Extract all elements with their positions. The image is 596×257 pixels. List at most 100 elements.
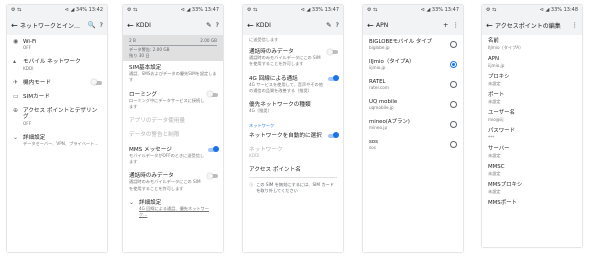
apn-field-apn[interactable]: APN iijmio.jp [482, 53, 582, 71]
item-subtitle: KDDI [23, 65, 34, 71]
data-usage-panel: 2 B 2.00 GB データ警告: 2.00 GB 残り 30 日 [123, 35, 223, 61]
add-icon[interactable]: + [443, 21, 448, 29]
item-subtitle: 通話時のみモバイルデータにこの SIM を使用することを許可します [249, 55, 321, 67]
settings-item-sim-preferences[interactable]: SIM基本設定 通話、SMSおよびデータの優先SIMを設定します [123, 61, 223, 88]
settings-item-data-warning-limit[interactable]: データの警告と制限 [123, 128, 223, 142]
apn-radio[interactable] [450, 141, 457, 148]
help-icon[interactable]: ? [216, 21, 219, 29]
app-bar: ← KDDI ✎ ? [123, 15, 223, 35]
back-arrow-icon[interactable]: ← [486, 21, 495, 30]
item-title: 機内モード [23, 79, 51, 86]
settings-item-wifi[interactable]: ◉ Wi-Fi OFF [7, 35, 107, 55]
settings-item-hotspot-tethering[interactable]: ⊕ アクセス ポイントとテザリング OFF [7, 104, 107, 131]
settings-item-roaming[interactable]: ローミング ローミング中にデータサービスに接続します [123, 88, 223, 115]
settings-item-4g-calling[interactable]: 4G 回線による通話 4G サービスを使用して、音声やその他の通信の品質を改善す… [243, 72, 343, 99]
status-left-icons: ⚙ ⇆ [367, 7, 378, 13]
section-header-network: ネットワーク [249, 122, 275, 128]
search-icon[interactable]: 🔍 [87, 21, 95, 29]
back-arrow-icon[interactable]: ← [11, 21, 20, 30]
screen-kddi-network: ⚙ ⇆ ⊲ ◢ 33% 13:47 ← KDDI ✎ ? 2 B 2.00 GB… [123, 5, 223, 252]
settings-item-data-during-calls[interactable]: 通話時のみデータ 通話時のみモバイルデータにこの SIM を使用することを許可し… [123, 169, 223, 196]
app-bar: ← アクセスポイントの編集 ⋮ [482, 15, 582, 35]
apn-item[interactable]: BIGLOBEモバイル タイプ biglobe.jp [363, 35, 463, 55]
apn-radio[interactable] [450, 61, 457, 68]
apn-item[interactable]: IIJmio（タイプA） iijmio.jp [363, 55, 463, 75]
settings-item-network[interactable]: ネットワーク KDDI [243, 143, 343, 163]
airplane-icon: ✈ [13, 78, 19, 86]
edit-icon[interactable]: ✎ [206, 21, 211, 29]
settings-item-access-point-names[interactable]: アクセス ポイント名 [243, 163, 343, 177]
status-bar: ⚙ ⇆ ⊲ ◢ 33% 13:47 [363, 5, 463, 15]
auto-select-network-toggle[interactable] [328, 132, 339, 139]
field-value: 未設定 [488, 188, 501, 194]
settings-item-advanced[interactable]: ⌄ 詳細設定 データセーバー、VPN、プライベート… [7, 131, 107, 151]
settings-item-preferred-network-type[interactable]: 優先ネットワークの種類 4G（推奨） [243, 98, 343, 118]
apn-field-mms-proxy[interactable]: MMSプロキシ 未設定 [482, 179, 582, 197]
settings-item-mms[interactable]: MMS メッセージ モバイルデータがOFFのときに送受信します [123, 143, 223, 170]
data-usage-bar [129, 44, 217, 46]
apn-radio[interactable] [450, 81, 457, 88]
settings-item-airplane-mode[interactable]: ✈ 機内モード [7, 76, 107, 90]
apn-item[interactable]: RATEL ratel.com [363, 75, 463, 95]
field-value: 未設定 [488, 152, 501, 158]
apn-field-mms-port[interactable]: MMSポート [482, 197, 582, 210]
field-value: 未設定 [488, 98, 501, 104]
edit-icon[interactable]: ✎ [326, 21, 331, 29]
settings-item-app-data-usage[interactable]: アプリのデータ使用量 [123, 114, 223, 128]
item-subtitle: 通話、SMSおよびデータの優先SIMを設定します [129, 71, 217, 83]
apn-field-mmsc[interactable]: MMSC 未設定 [482, 161, 582, 179]
status-right-info: ⊲ ◢ 33% 13:47 [300, 7, 339, 13]
apn-field-name[interactable]: 名前 IIJmio（タイプA） [482, 35, 582, 53]
apn-radio[interactable] [450, 41, 457, 48]
field-label: MMSポート [488, 200, 517, 206]
item-subtitle: KDDI [249, 153, 260, 159]
data-during-calls-toggle[interactable] [207, 172, 218, 179]
more-options-icon[interactable]: ⋮ [453, 21, 460, 29]
settings-item-auto-select-network[interactable]: ネットワークを自動的に選択 [243, 129, 343, 143]
status-right-info: ⊲ ◢ 34% 13:42 [64, 7, 103, 13]
apn-radio[interactable] [450, 121, 457, 128]
page-title: KDDI [256, 21, 271, 29]
4g-calling-toggle[interactable] [328, 75, 339, 82]
help-icon[interactable]: ? [336, 21, 339, 29]
settings-item-advanced[interactable]: ⌄ 詳細設定 4G 回線による通話、優先ネットワーク… [123, 196, 223, 223]
apn-value: iijmio.jp [369, 65, 386, 70]
apn-field-port[interactable]: ポート 未設定 [482, 89, 582, 107]
airplane-mode-toggle[interactable] [91, 79, 102, 86]
info-icon: ⓘ [249, 182, 254, 188]
item-subtitle: 4G（推奨） [249, 108, 272, 114]
scrolled-text: に送受信します [249, 37, 279, 42]
mms-toggle[interactable] [208, 146, 219, 153]
item-subtitle: OFF [23, 45, 32, 51]
settings-item-sim-card[interactable]: ▭ SIMカード [7, 90, 107, 104]
settings-item-mobile-network[interactable]: ▴ モバイル ネットワーク KDDI [7, 55, 107, 75]
app-bar: ← ネットワークとインター… 🔍 ? [7, 15, 107, 35]
apn-item[interactable]: UQ mobile uqmobile.jp [363, 95, 463, 115]
app-bar: ← APN + ⋮ [363, 15, 463, 35]
item-title: アクセス ポイント名 [249, 167, 301, 174]
help-icon[interactable]: ? [100, 21, 103, 29]
status-right-info: ⊲ ◢ 33% 13:47 [420, 7, 459, 13]
apn-item[interactable]: mineo(Aプラン) mineo.jp [363, 115, 463, 135]
more-options-icon[interactable]: ⋮ [572, 21, 579, 29]
apn-field-proxy[interactable]: プロキシ 未設定 [482, 71, 582, 89]
back-arrow-icon[interactable]: ← [127, 21, 136, 30]
apn-item[interactable]: sos sos [363, 135, 463, 155]
item-title: SIMカード [23, 94, 50, 101]
apn-field-server[interactable]: サーバー 未設定 [482, 143, 582, 161]
roaming-toggle[interactable] [207, 91, 218, 98]
item-title: アクセス ポイントとテザリング [23, 108, 98, 121]
screen-network-settings: ⚙ ⇆ ⊲ ◢ 34% 13:42 ← ネットワークとインター… 🔍 ? ◉ W… [7, 5, 107, 252]
chevron-down-icon: ⌄ [129, 198, 135, 206]
apn-radio[interactable] [450, 101, 457, 108]
back-arrow-icon[interactable]: ← [367, 21, 376, 30]
status-left-icons: ⚙ ⇆ [486, 7, 497, 13]
back-arrow-icon[interactable]: ← [247, 21, 256, 30]
item-subtitle: ローミング中にデータサービスに接続します [129, 97, 205, 110]
settings-item-data-during-calls[interactable]: 通話時のみデータ 通話時のみモバイルデータにこの SIM を使用することを許可し… [243, 45, 343, 72]
apn-field-password[interactable]: パスワード *** [482, 125, 582, 143]
page-title: KDDI [136, 21, 151, 29]
data-during-calls-toggle[interactable] [327, 48, 338, 55]
apn-field-username[interactable]: ユーザー名 mio@iij [482, 107, 582, 125]
data-used: 2 B [129, 38, 136, 43]
